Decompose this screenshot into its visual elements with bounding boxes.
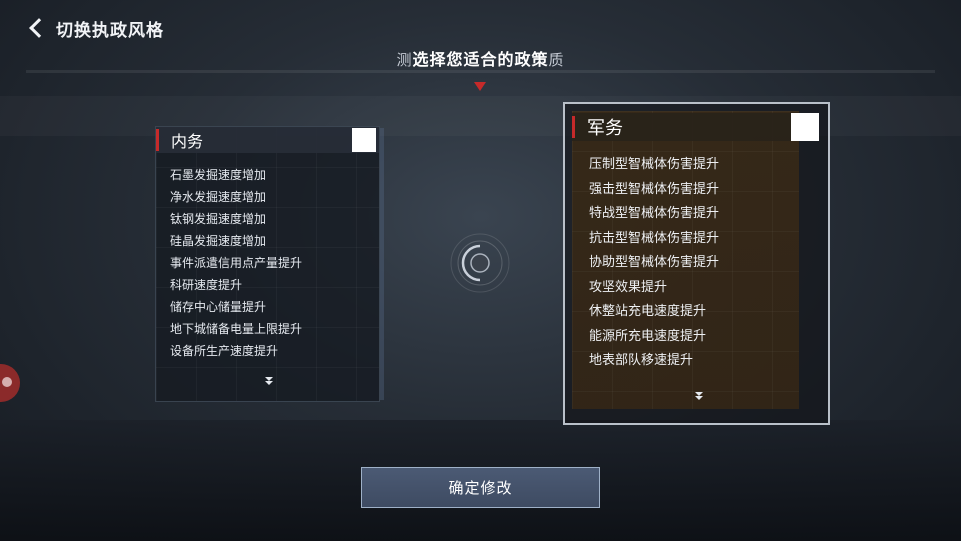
list-item: 净水发掘速度增加: [170, 190, 267, 204]
select-checkbox[interactable]: [791, 113, 819, 141]
policy-card-domestic[interactable]: 内务 石墨发掘速度增加 净水发掘速度增加 钛钢发掘速度增加 硅晶发掘速度增加 事…: [155, 126, 380, 402]
panel-header: 内务: [156, 127, 379, 153]
list-item: 特战型智械体伤害提升: [589, 206, 720, 221]
policy-list[interactable]: 石墨发掘速度增加 净水发掘速度增加 钛钢发掘速度增加 硅晶发掘速度增加 事件派遣…: [170, 164, 302, 362]
panel-title: 内务: [171, 132, 204, 151]
loading-spinner-icon: [450, 233, 510, 293]
confirm-button[interactable]: 确定修改: [361, 467, 600, 508]
header: 切换执政风格: [26, 14, 164, 42]
triangle-marker-icon: [474, 82, 486, 91]
subtitle-prefix: 测: [396, 51, 413, 69]
list-item: 休整站充电速度提升: [589, 304, 707, 319]
policy-card-military[interactable]: 军务 压制型智械体伤害提升 强击型智械体伤害提升 特战型智械体伤害提升 抗击型智…: [563, 102, 830, 425]
list-item: 攻坚效果提升: [589, 279, 668, 295]
list-item: 事件派遣信用点产量提升: [170, 256, 303, 270]
list-item: 压制型智械体伤害提升: [589, 157, 720, 172]
list-item: 设备所生产速度提升: [170, 344, 279, 358]
panel-header: 军务: [572, 113, 819, 141]
accent-bar: [572, 116, 575, 138]
subtitle-bar: 测选择您适合的政策质: [0, 46, 961, 73]
side-tab[interactable]: [0, 364, 20, 402]
subtitle: 测选择您适合的政策质: [396, 50, 565, 69]
list-item: 钛钢发掘速度增加: [170, 212, 267, 226]
subtitle-main: 选择您适合的政策: [412, 50, 549, 69]
select-checkbox[interactable]: [352, 128, 376, 152]
list-item: 石墨发掘速度增加: [170, 168, 267, 182]
list-item: 强击型智械体伤害提升: [589, 181, 720, 197]
scroll-down-icon[interactable]: [693, 392, 703, 402]
list-item: 地下城储备电量上限提升: [170, 322, 303, 336]
list-item: 能源所充电速度提升: [589, 328, 707, 344]
list-item: 科研速度提升: [170, 278, 243, 292]
list-item: 储存中心储量提升: [170, 300, 267, 314]
subtitle-suffix: 质: [548, 51, 565, 69]
list-item: 抗击型智械体伤害提升: [589, 230, 720, 246]
scroll-down-icon[interactable]: [263, 377, 273, 387]
page-title: 切换执政风格: [56, 20, 164, 41]
panel-title: 军务: [587, 118, 623, 139]
chevron-left-icon[interactable]: [26, 14, 46, 42]
policy-list[interactable]: 压制型智械体伤害提升 强击型智械体伤害提升 特战型智械体伤害提升 抗击型智械体伤…: [589, 153, 719, 374]
list-item: 地表部队移速提升: [589, 353, 694, 368]
list-item: 协助型智械体伤害提升: [589, 255, 720, 270]
accent-bar: [156, 129, 159, 151]
subtitle-divider: [26, 70, 935, 73]
list-item: 硅晶发掘速度增加: [170, 234, 267, 248]
